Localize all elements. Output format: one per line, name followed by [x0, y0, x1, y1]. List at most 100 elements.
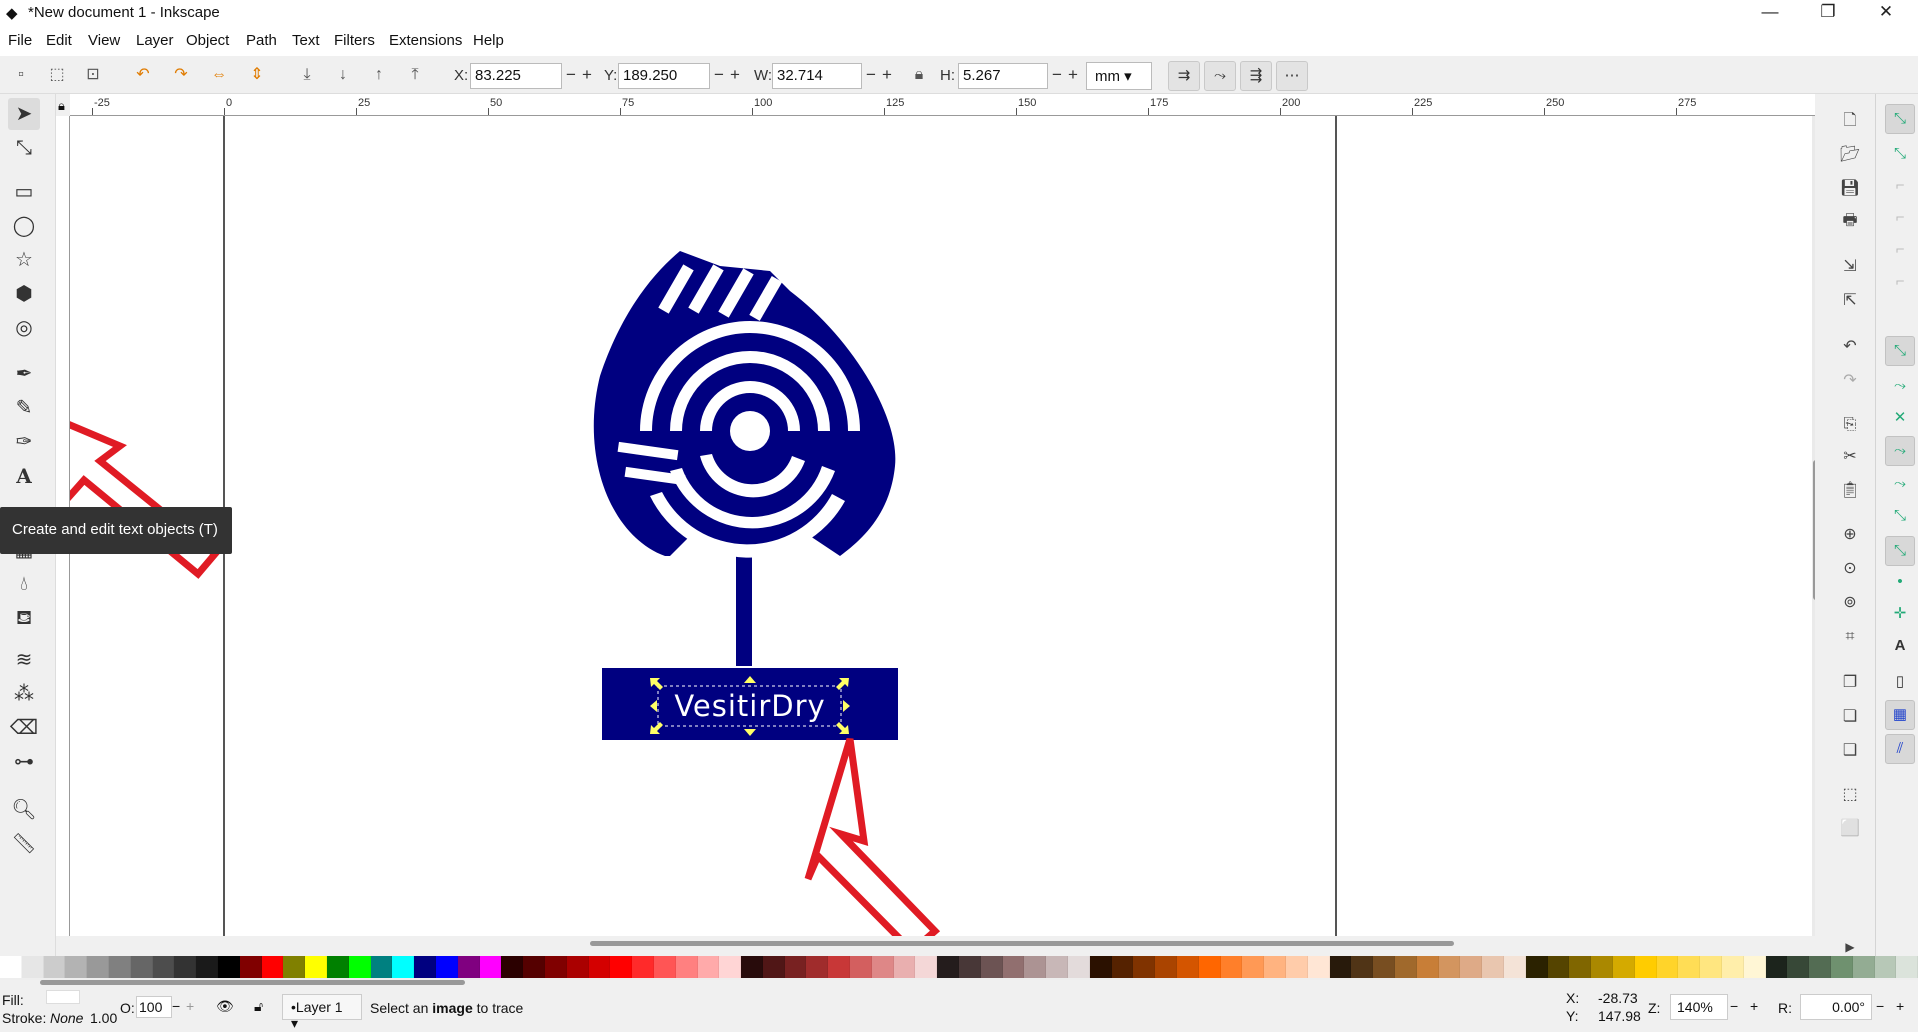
- flip-vertical-icon[interactable]: ⇕: [244, 62, 270, 88]
- snap-smooth-icon[interactable]: ⤳: [1885, 470, 1915, 500]
- zoom-decrement-button[interactable]: −: [1730, 998, 1738, 1014]
- palette-swatch[interactable]: [1068, 956, 1090, 978]
- y-input[interactable]: 189.250: [618, 63, 710, 89]
- menu-extensions[interactable]: Extensions: [389, 32, 462, 49]
- x-input[interactable]: 83.225: [470, 63, 562, 89]
- palette-swatch[interactable]: [675, 956, 698, 978]
- palette-swatch[interactable]: [653, 956, 676, 978]
- palette-swatch[interactable]: [1830, 956, 1853, 978]
- palette-swatch[interactable]: [392, 956, 415, 978]
- new-document-icon[interactable]: 🗋: [1837, 108, 1863, 134]
- palette-swatch[interactable]: [544, 956, 567, 978]
- horizontal-scrollbar-thumb[interactable]: [590, 941, 1454, 946]
- palette-swatch[interactable]: [1460, 956, 1483, 978]
- snap-page-border-icon[interactable]: ▯: [1885, 668, 1915, 698]
- w-increment-button[interactable]: +: [878, 63, 896, 89]
- palette-swatch[interactable]: [1089, 956, 1112, 978]
- snap-others-icon[interactable]: ⤡: [1885, 536, 1915, 566]
- palette-swatch[interactable]: [1395, 956, 1417, 978]
- snap-grid-icon[interactable]: ▦: [1885, 700, 1915, 730]
- menu-object[interactable]: Object: [186, 32, 229, 49]
- snap-text-baseline-icon[interactable]: A: [1885, 632, 1915, 662]
- print-icon[interactable]: 🖶: [1837, 208, 1863, 234]
- opacity-input[interactable]: 100: [136, 996, 172, 1018]
- palette-swatch[interactable]: [871, 956, 894, 978]
- snap-bbox-icon[interactable]: ⤡: [1885, 140, 1915, 170]
- x-increment-button[interactable]: +: [578, 63, 596, 89]
- menu-edit[interactable]: Edit: [46, 32, 72, 49]
- open-icon[interactable]: 📂︎: [1837, 142, 1863, 168]
- palette-swatch[interactable]: [741, 956, 763, 978]
- opacity-decrement-button[interactable]: −: [172, 998, 180, 1014]
- dropper-tool-icon[interactable]: 💧︎: [8, 568, 40, 600]
- connector-tool-icon[interactable]: ⊶: [8, 746, 40, 778]
- palette-swatch[interactable]: [65, 956, 88, 978]
- palette-swatch[interactable]: [435, 956, 458, 978]
- tweak-tool-icon[interactable]: ≋: [8, 644, 40, 676]
- palette-swatch[interactable]: [762, 956, 785, 978]
- save-icon[interactable]: 💾︎: [1837, 176, 1863, 202]
- palette-swatch[interactable]: [1002, 956, 1025, 978]
- palette-swatch[interactable]: [370, 956, 393, 978]
- rectangle-tool-icon[interactable]: ▭: [8, 176, 40, 208]
- palette-swatch[interactable]: [1286, 956, 1308, 978]
- palette-swatch[interactable]: [1525, 956, 1548, 978]
- snap-cusp-icon[interactable]: ⤳: [1885, 436, 1915, 466]
- palette-swatch[interactable]: [217, 956, 240, 978]
- palette-swatch[interactable]: [1743, 956, 1766, 978]
- stroke-value[interactable]: None: [50, 1010, 83, 1026]
- zoom-increment-button[interactable]: +: [1750, 998, 1758, 1014]
- palette-swatch[interactable]: [719, 956, 742, 978]
- flip-horizontal-icon[interactable]: ⇔: [206, 62, 232, 88]
- node-tool-icon[interactable]: ⤡: [8, 132, 40, 164]
- zoom-selection-icon[interactable]: ⊕: [1837, 522, 1863, 548]
- rotate-cw-icon[interactable]: ↷: [168, 62, 194, 88]
- ruler-lock-icon[interactable]: 🔒︎: [58, 98, 65, 114]
- zoom-input[interactable]: 140%: [1670, 994, 1728, 1020]
- palette-swatch[interactable]: [1416, 956, 1439, 978]
- palette-swatch[interactable]: [108, 956, 131, 978]
- rotate-increment-button[interactable]: +: [1896, 998, 1904, 1014]
- palette-swatch[interactable]: [479, 956, 502, 978]
- select-all-icon[interactable]: ▫: [8, 62, 34, 88]
- snap-midpoint-icon[interactable]: ⤡: [1885, 502, 1915, 532]
- palette-swatch[interactable]: [196, 956, 218, 978]
- lock-proportions-icon[interactable]: 🔒︎: [906, 62, 932, 88]
- snap-intersection-icon[interactable]: ✕: [1885, 404, 1915, 434]
- menu-text[interactable]: Text: [292, 32, 320, 49]
- palette-swatch[interactable]: [1264, 956, 1287, 978]
- drawing-canvas[interactable]: VesitirDry: [70, 116, 1815, 936]
- restore-button[interactable]: ❐: [1800, 0, 1856, 26]
- measure-tool-icon[interactable]: 📏︎: [8, 828, 40, 860]
- palette-swatch[interactable]: [566, 956, 589, 978]
- snap-nodes-icon[interactable]: ⤡: [1885, 336, 1915, 366]
- palette-swatch[interactable]: [588, 956, 611, 978]
- palette-swatch[interactable]: [261, 956, 284, 978]
- 3d-box-tool-icon[interactable]: ⬢: [8, 278, 40, 310]
- palette-scrollbar[interactable]: [40, 980, 465, 985]
- clone-icon[interactable]: ❏: [1837, 704, 1863, 730]
- unlink-clone-icon[interactable]: ❑: [1837, 738, 1863, 764]
- palette-swatch[interactable]: [915, 956, 938, 978]
- palette-swatch[interactable]: [1329, 956, 1352, 978]
- snap-bbox-corner-icon[interactable]: ⌐: [1885, 204, 1915, 234]
- palette-swatch[interactable]: [1438, 956, 1461, 978]
- palette-swatch[interactable]: [1787, 956, 1810, 978]
- palette-swatch[interactable]: [348, 956, 371, 978]
- zoom-drawing-icon[interactable]: ⊙: [1837, 556, 1863, 582]
- logo-emblem[interactable]: [593, 251, 898, 740]
- palette-swatch[interactable]: [1133, 956, 1156, 978]
- unit-select[interactable]: mm ▾: [1086, 62, 1152, 90]
- palette-swatch[interactable]: [1046, 956, 1069, 978]
- palette-swatch[interactable]: [21, 956, 44, 978]
- lower-icon[interactable]: ↓: [330, 62, 356, 88]
- copy-icon[interactable]: ⎘: [1837, 412, 1863, 438]
- menu-view[interactable]: View: [88, 32, 120, 49]
- palette-swatch[interactable]: [1678, 956, 1701, 978]
- star-tool-icon[interactable]: ☆: [8, 244, 40, 276]
- palette-swatch[interactable]: [1177, 956, 1199, 978]
- scale-stroke-icon[interactable]: ⇉: [1168, 61, 1200, 91]
- paint-bucket-tool-icon[interactable]: ⛾: [8, 602, 40, 634]
- palette-swatch[interactable]: [1155, 956, 1178, 978]
- menu-layer[interactable]: Layer: [136, 32, 174, 49]
